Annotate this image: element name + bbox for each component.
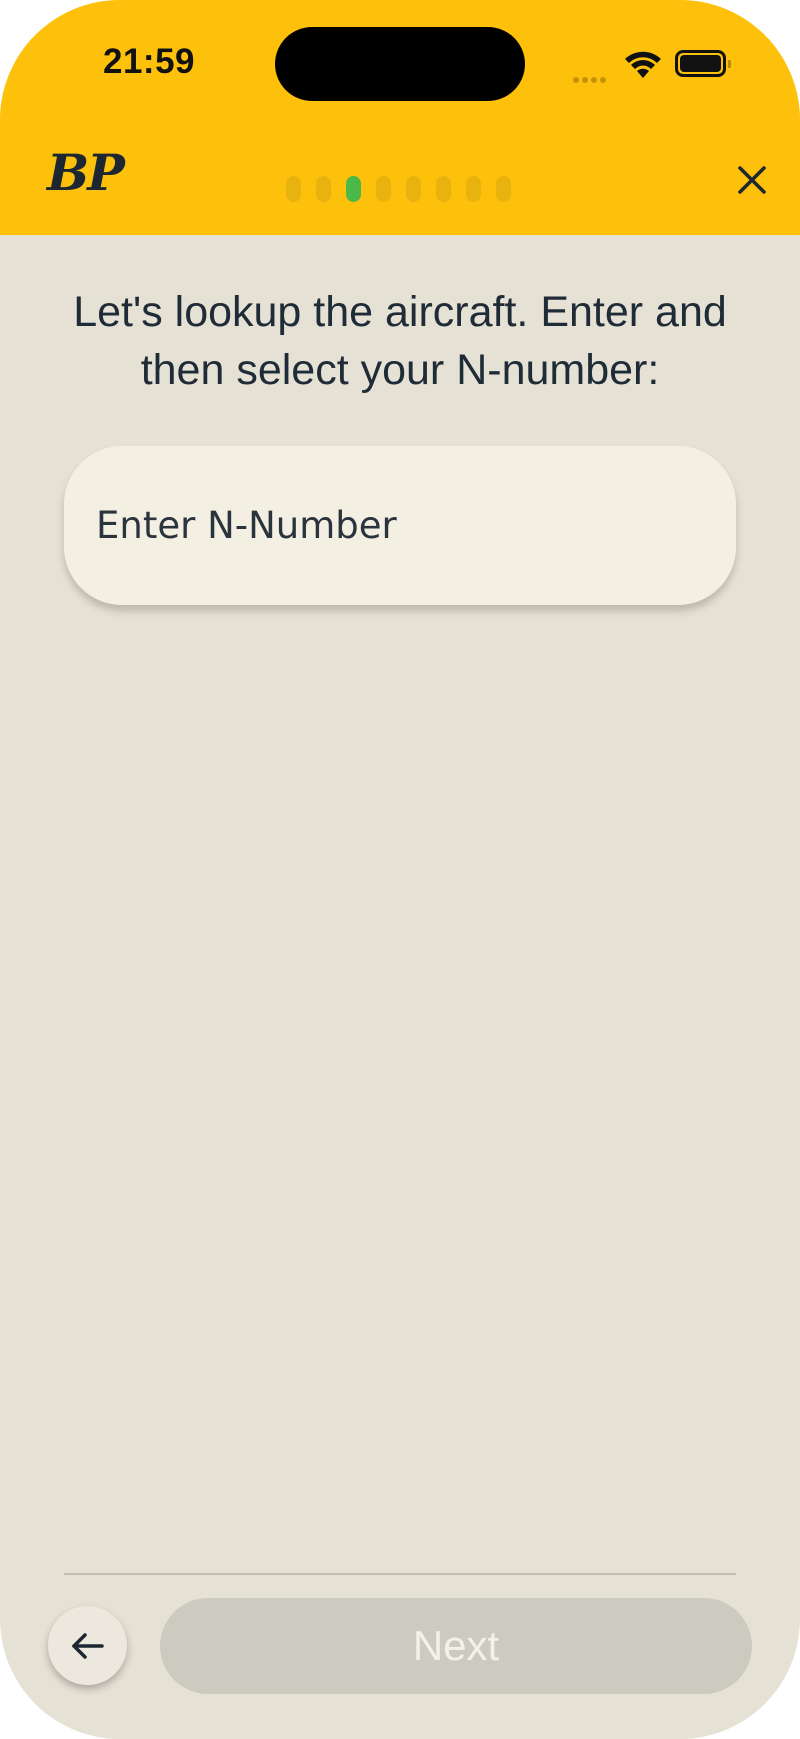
footer-divider	[64, 1573, 736, 1575]
n-number-input[interactable]	[96, 446, 696, 605]
cellular-signal-icon	[573, 70, 609, 88]
progress-step	[406, 176, 421, 202]
n-number-field[interactable]	[64, 446, 736, 605]
battery-icon	[675, 50, 731, 77]
next-button[interactable]: Next	[160, 1598, 752, 1694]
progress-step	[316, 176, 331, 202]
dynamic-island	[275, 27, 525, 101]
progress-step	[466, 176, 481, 202]
back-button[interactable]	[48, 1606, 127, 1685]
progress-step	[286, 176, 301, 202]
status-time: 21:59	[103, 42, 196, 81]
progress-step	[436, 176, 451, 202]
page-prompt: Let's lookup the aircraft. Enter and the…	[73, 288, 727, 394]
wifi-icon	[625, 51, 661, 78]
progress-step	[376, 176, 391, 202]
header-bar: 21:59 BP	[0, 0, 800, 235]
arrow-left-icon	[72, 1633, 104, 1659]
app-screen: 21:59 BP Let's lookup the aircraft. Ente…	[0, 0, 800, 1739]
app-logo: BP	[47, 143, 125, 202]
progress-step	[496, 176, 511, 202]
progress-step-current	[346, 176, 361, 202]
close-icon[interactable]	[732, 160, 772, 200]
